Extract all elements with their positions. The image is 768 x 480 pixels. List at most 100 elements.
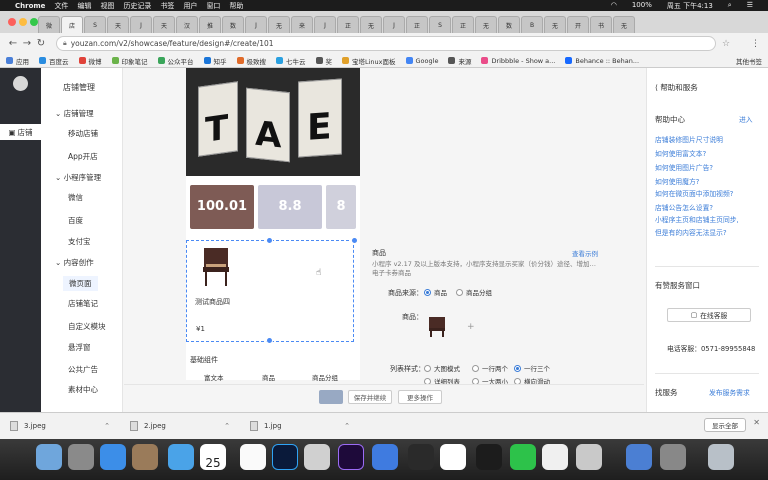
publish-button[interactable] (319, 390, 343, 404)
bookmark-item[interactable]: Dribbble - Show a... (481, 56, 555, 66)
app-icon[interactable] (626, 444, 652, 470)
group-content[interactable]: ⌄ 内容创作 (55, 257, 94, 268)
menu-history[interactable]: 历史记录 (123, 1, 151, 11)
trash-icon[interactable] (708, 444, 734, 470)
menu-window[interactable]: 窗口 (206, 1, 220, 11)
browser-tab[interactable]: 正 (406, 16, 428, 33)
browser-tab[interactable]: 数 (222, 16, 244, 33)
chevron-up-icon[interactable]: ⌃ (104, 422, 110, 430)
browser-tab[interactable]: 无 (613, 16, 635, 33)
browser-tab[interactable]: 无 (475, 16, 497, 33)
resize-handle[interactable] (266, 237, 273, 244)
radio-source-group[interactable]: 商品分组 (456, 287, 492, 297)
help-link[interactable]: 如何在微页面中添加视频? (655, 188, 733, 198)
resize-handle[interactable] (351, 237, 358, 244)
premiere-icon[interactable] (338, 444, 364, 470)
bookmark-item[interactable]: 百度云 (39, 56, 69, 66)
reload-icon[interactable]: ↻ (34, 38, 48, 49)
online-service-button[interactable]: ▢ 在线客服 (667, 308, 751, 322)
browser-tab[interactable]: 天 (153, 16, 175, 33)
browser-tab[interactable]: 微 (38, 16, 60, 33)
nav-alipay[interactable]: 支付宝 (68, 236, 91, 247)
browser-tab[interactable]: 推 (199, 16, 221, 33)
notes-icon[interactable] (542, 444, 568, 470)
browser-tab[interactable]: B (521, 16, 543, 33)
help-link[interactable]: 店铺装修图片尺寸说明 (655, 134, 723, 144)
download-item[interactable]: 1.jpg ⌃ (240, 421, 360, 431)
finder-icon[interactable] (36, 444, 62, 470)
browser-tab[interactable]: S (429, 16, 451, 33)
menu-bookmarks[interactable]: 书签 (160, 1, 174, 11)
help-link[interactable]: 如何使用富文本? (655, 148, 706, 158)
wifi-icon[interactable]: ◠ (611, 1, 617, 11)
nav-app-store[interactable]: App开店 (68, 151, 98, 162)
wps-icon[interactable] (440, 444, 466, 470)
close-downloads-icon[interactable]: ✕ (753, 418, 760, 427)
minimize-window-icon[interactable] (19, 18, 27, 26)
browser-tab[interactable]: 正 (452, 16, 474, 33)
url-input[interactable]: 🔒︎ youzan.com/v2/showcase/feature/design… (56, 36, 716, 51)
publish-service-link[interactable]: 发布服务需求 (709, 387, 750, 397)
coupon-card[interactable]: 100.01 (190, 185, 254, 229)
radio-large-image[interactable]: 大图模式 (424, 363, 460, 373)
wechat-icon[interactable] (510, 444, 536, 470)
coupon-card[interactable]: 8.8 (258, 185, 322, 229)
help-link[interactable]: 如何使用图片广告? (655, 162, 713, 172)
browser-tab[interactable]: J (383, 16, 405, 33)
component-richtext[interactable]: 富文本 (204, 372, 224, 382)
component-goods[interactable]: 商品 (262, 372, 275, 382)
browser-tab[interactable]: 来 (291, 16, 313, 33)
bookmark-item[interactable]: 宝塔Linux面板 (342, 56, 396, 66)
bookmark-item[interactable]: 应用 (6, 56, 29, 66)
help-link[interactable]: 小程序主页和店铺主页同步, (655, 214, 739, 224)
preview-app-icon[interactable] (132, 444, 158, 470)
nav-micro-page[interactable]: 微页面 (63, 276, 98, 291)
bookmark-item[interactable]: 知乎 (203, 56, 227, 66)
help-link[interactable]: 如何使用魔方? (655, 176, 699, 186)
menu-view[interactable]: 视图 (100, 1, 114, 11)
photoshop-icon[interactable] (272, 444, 298, 470)
component-goods-group[interactable]: 商品分组 (312, 372, 338, 382)
bookmark-star-icon[interactable]: ☆ (722, 39, 730, 49)
browser-tab[interactable]: 店 (61, 16, 83, 33)
group-miniprogram[interactable]: ⌄ 小程序管理 (55, 172, 101, 183)
chrome-icon[interactable] (240, 444, 266, 470)
banner-image[interactable]: T A E (186, 68, 360, 176)
nav-custom-module[interactable]: 自定义模块 (68, 321, 106, 332)
more-actions-button[interactable]: 更多操作 (398, 390, 442, 404)
search-icon[interactable]: ⌕ (728, 1, 732, 11)
group-store-manage[interactable]: ⌄ 店铺管理 (55, 108, 94, 119)
notification-icon[interactable]: ☰ (747, 1, 753, 11)
browser-tab[interactable]: J (130, 16, 152, 33)
zoom-window-icon[interactable] (30, 18, 38, 26)
clock[interactable]: 周五 下午4:13 (667, 1, 713, 11)
browser-tab[interactable]: 无 (268, 16, 290, 33)
bookmark-item[interactable]: 微博 (78, 56, 102, 66)
browser-tab[interactable]: 正 (337, 16, 359, 33)
app-icon[interactable] (304, 444, 330, 470)
keynote-icon[interactable] (372, 444, 398, 470)
radio-two-per-row[interactable]: 一行两个 (472, 363, 508, 373)
menu-help[interactable]: 帮助 (229, 1, 243, 11)
help-link[interactable]: 店铺公告怎么设置? (655, 202, 713, 212)
youzan-logo[interactable] (13, 76, 28, 91)
sidebar-item-store[interactable]: ▣ 店铺 (0, 124, 41, 140)
bookmark-item[interactable]: 公众平台 (157, 56, 194, 66)
back-icon[interactable]: ← (6, 38, 20, 49)
nav-mobile-store[interactable]: 移动店铺 (68, 128, 98, 139)
nav-store-notes[interactable]: 店铺笔记 (68, 298, 98, 309)
browser-tab[interactable]: 数 (498, 16, 520, 33)
app-menu[interactable]: Chrome (15, 2, 45, 10)
app-store-icon[interactable] (100, 444, 126, 470)
coupon-card[interactable]: 8 (326, 185, 356, 229)
browser-tab[interactable]: J (314, 16, 336, 33)
chrome-menu-icon[interactable]: ⋮ (751, 39, 760, 49)
bookmark-item[interactable]: 奖 (315, 56, 332, 66)
close-window-icon[interactable] (8, 18, 16, 26)
app-icon[interactable] (408, 444, 434, 470)
browser-tab[interactable]: J (245, 16, 267, 33)
browser-tab[interactable]: 无 (544, 16, 566, 33)
menu-file[interactable]: 文件 (54, 1, 68, 11)
save-continue-button[interactable]: 保存并继续 (348, 390, 392, 404)
help-link[interactable]: 但是有的内容无法显示? (655, 227, 727, 237)
